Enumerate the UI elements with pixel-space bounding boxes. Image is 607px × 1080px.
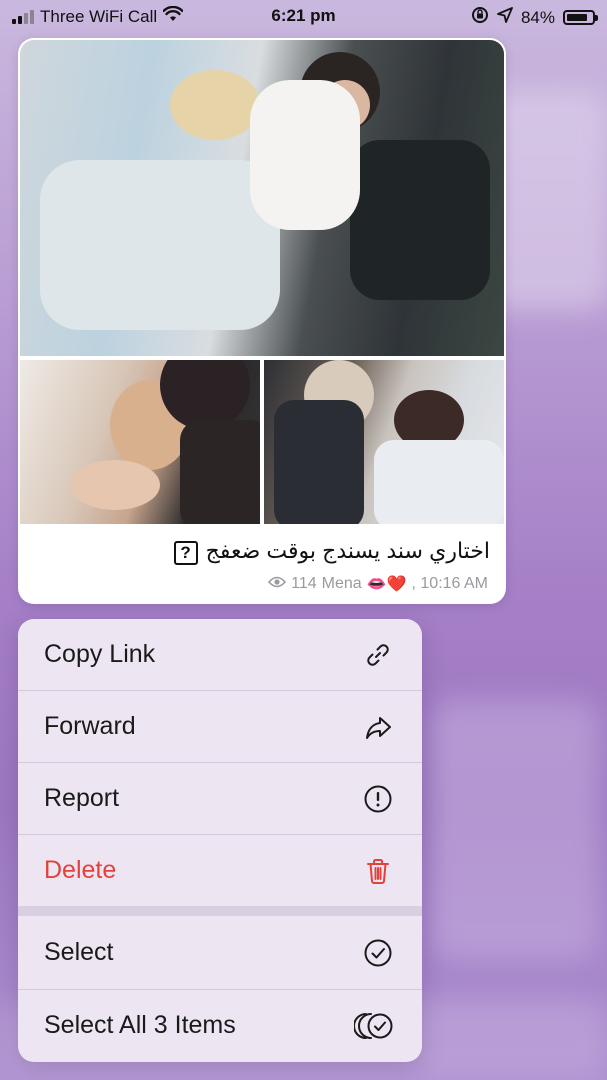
photo-left[interactable] bbox=[20, 360, 260, 524]
report-menu-item[interactable]: Report bbox=[18, 763, 422, 834]
background-blur bbox=[430, 700, 600, 960]
battery-percent: 84% bbox=[520, 7, 555, 27]
rotation-lock-icon bbox=[471, 6, 489, 29]
view-count: 114 bbox=[291, 575, 317, 592]
menu-item-label: Delete bbox=[44, 856, 117, 884]
message-meta: 114 Mena 👄❤️ , 10:16 AM bbox=[268, 574, 488, 594]
checkmark-circle-icon bbox=[362, 937, 394, 969]
menu-item-label: Copy Link bbox=[44, 640, 156, 668]
copy-link-menu-item[interactable]: Copy Link bbox=[18, 619, 422, 690]
forward-icon bbox=[362, 711, 394, 743]
photo-main[interactable] bbox=[20, 40, 504, 356]
select-all-icon bbox=[354, 1010, 394, 1042]
photo-right[interactable] bbox=[264, 360, 504, 524]
author-name: Mena bbox=[321, 575, 362, 592]
context-menu: Copy Link Forward Report Delete Select S… bbox=[18, 619, 422, 1062]
link-icon bbox=[362, 639, 394, 671]
menu-item-label: Select All 3 Items bbox=[44, 1011, 236, 1039]
menu-item-label: Select bbox=[44, 938, 114, 966]
menu-item-label: Report bbox=[44, 784, 120, 812]
message-bubble[interactable]: اختاري سند يسندج بوقت ضعفج ? 114 Mena 👄❤… bbox=[18, 38, 506, 604]
battery-icon bbox=[563, 10, 598, 25]
menu-group-divider bbox=[18, 906, 422, 916]
eye-icon bbox=[268, 575, 287, 593]
forward-menu-item[interactable]: Forward bbox=[18, 691, 422, 762]
delete-menu-item[interactable]: Delete bbox=[18, 835, 422, 906]
status-bar: Three WiFi Call 6:21 pm 84% bbox=[0, 0, 607, 34]
reaction-emojis: 👄❤️ bbox=[366, 576, 407, 593]
menu-item-label: Forward bbox=[44, 712, 136, 740]
message-time: , 10:16 AM bbox=[411, 575, 489, 592]
question-badge: ? bbox=[173, 541, 198, 565]
caption-text: اختاري سند يسندج بوقت ضعفج bbox=[205, 538, 490, 563]
report-icon bbox=[362, 783, 394, 815]
trash-icon bbox=[362, 855, 394, 887]
message-caption: اختاري سند يسندج بوقت ضعفج ? bbox=[18, 538, 506, 565]
select-all-menu-item[interactable]: Select All 3 Items bbox=[18, 990, 422, 1061]
select-menu-item[interactable]: Select bbox=[18, 917, 422, 988]
location-icon bbox=[497, 7, 513, 28]
